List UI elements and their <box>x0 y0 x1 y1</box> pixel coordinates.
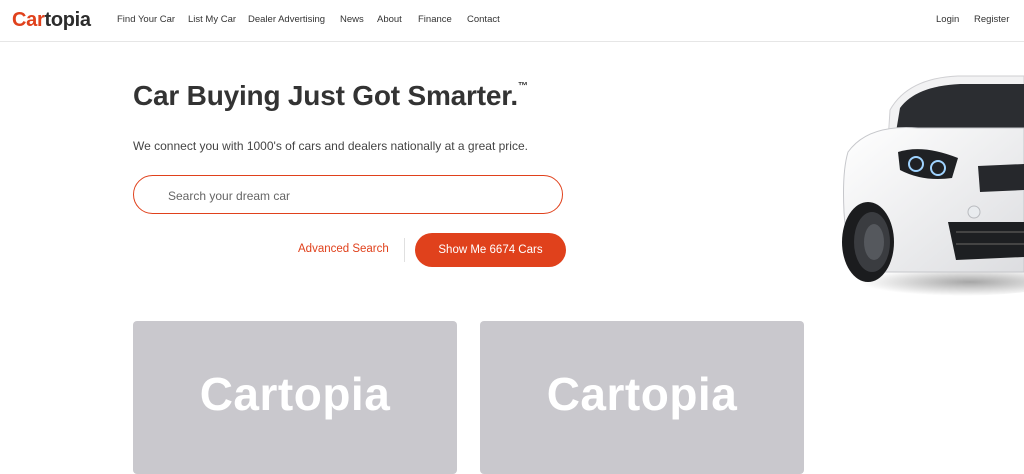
nav-finance[interactable]: Finance <box>418 14 452 25</box>
trademark-symbol: ™ <box>517 80 528 92</box>
listing-card[interactable]: Cartopia <box>133 321 457 474</box>
register-link[interactable]: Register <box>974 14 1009 25</box>
card-watermark: Cartopia <box>199 368 391 420</box>
nav-dealer-advertising[interactable]: Dealer Advertising <box>248 14 325 25</box>
nav-list-my-car[interactable]: List My Car <box>188 14 236 25</box>
nav-news[interactable]: News <box>340 14 364 25</box>
advanced-search-link[interactable]: Advanced Search <box>298 243 389 255</box>
logo-part-1: Car <box>12 9 45 31</box>
hero-title: Car Buying Just Got Smarter.™ <box>133 80 528 112</box>
login-link[interactable]: Login <box>936 14 959 25</box>
nav-contact[interactable]: Contact <box>467 14 500 25</box>
listing-card[interactable]: Cartopia <box>480 321 804 474</box>
nav-about[interactable]: About <box>377 14 402 25</box>
hero-title-text: Car Buying Just Got Smarter. <box>133 80 518 111</box>
divider <box>404 238 405 262</box>
card-watermark: Cartopia <box>546 368 738 420</box>
nav-find-your-car[interactable]: Find Your Car <box>117 14 175 25</box>
logo-part-2: topia <box>44 9 91 31</box>
car-image <box>838 75 1024 296</box>
site-header: Cartopia Find Your Car List My Car Deale… <box>0 0 1024 42</box>
search-input[interactable] <box>166 186 550 206</box>
show-cars-button[interactable]: Show Me 6674 Cars <box>415 233 566 267</box>
search-bar <box>133 175 563 214</box>
hero-subtitle: We connect you with 1000's of cars and d… <box>133 139 528 153</box>
cartopia-logo[interactable]: Cartopia <box>12 9 91 31</box>
